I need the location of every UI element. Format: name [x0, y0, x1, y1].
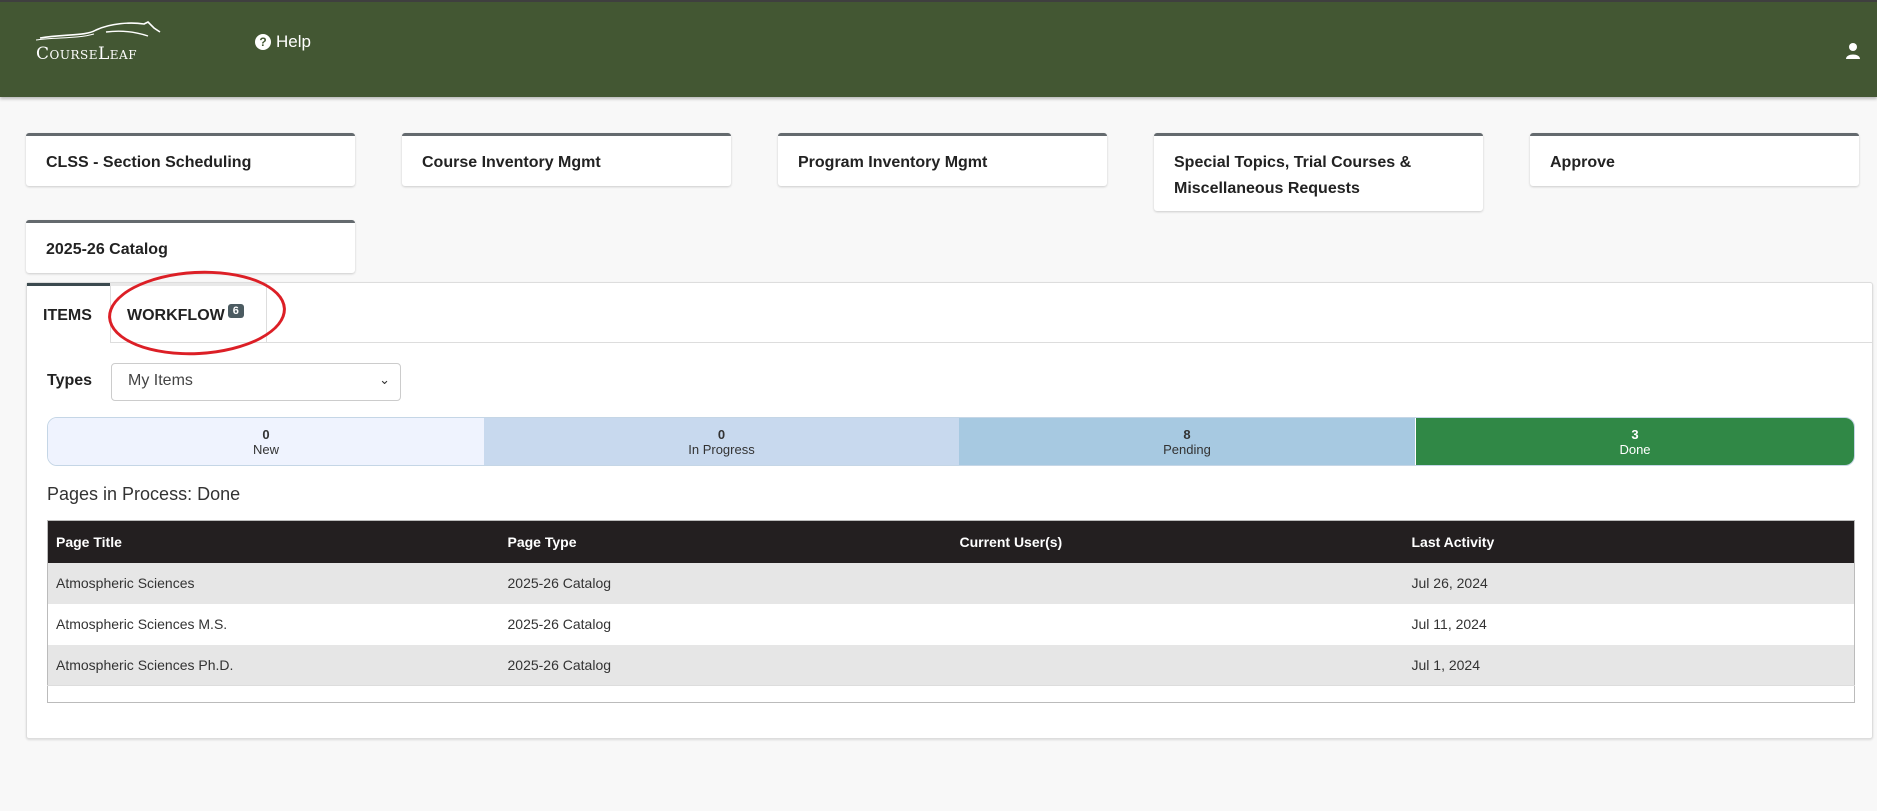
types-label: Types — [47, 372, 93, 389]
status-in-progress[interactable]: 0 In Progress — [484, 418, 959, 465]
pages-table: Page Title Page Type Current User(s) Las… — [47, 520, 1855, 703]
tab-items-label: ITEMS — [43, 307, 92, 324]
cell-current-users — [951, 603, 1404, 645]
cell-page-type: 2025-26 Catalog — [499, 644, 952, 686]
user-icon[interactable] — [1845, 42, 1861, 60]
cell-page-type: 2025-26 Catalog — [499, 603, 952, 645]
card-course-inventory-mgmt[interactable]: Course Inventory Mgmt — [402, 133, 731, 186]
workflow-panel: ITEMS WORKFLOW 6 Types My Items ⌄ 0 New 0… — [26, 266, 1873, 739]
cell-last-activity: Jul 26, 2024 — [1403, 562, 1855, 604]
status-done[interactable]: 3 Done — [1416, 418, 1854, 465]
top-navigation-bar: CourseLeaf ? Help — [0, 0, 1877, 97]
card-label: 2025-26 Catalog — [46, 241, 168, 258]
help-label: Help — [276, 32, 311, 51]
status-label: Done — [1619, 441, 1651, 457]
card-label: Program Inventory Mgmt — [798, 154, 988, 171]
cell-page-title: Atmospheric Sciences M.S. — [47, 603, 500, 645]
card-program-inventory-mgmt[interactable]: Program Inventory Mgmt — [778, 133, 1107, 186]
status-label: Pending — [1163, 441, 1211, 457]
cell-page-title: Atmospheric Sciences Ph.D. — [47, 644, 500, 686]
column-header-page-title[interactable]: Page Title — [47, 520, 500, 563]
types-select[interactable]: My Items ⌄ — [111, 363, 401, 401]
table-row[interactable]: Atmospheric Sciences M.S. 2025-26 Catalo… — [47, 603, 1855, 645]
status-progress-bar: 0 New 0 In Progress 8 Pending 3 Done — [47, 417, 1855, 466]
column-header-page-type[interactable]: Page Type — [499, 520, 952, 563]
card-approve[interactable]: Approve — [1530, 133, 1859, 186]
card-label: Approve — [1550, 154, 1615, 171]
logo-text: CourseLeaf — [36, 44, 138, 64]
help-link[interactable]: ? Help — [255, 32, 311, 52]
table-header-row: Page Title Page Type Current User(s) Las… — [47, 520, 1855, 563]
status-pending[interactable]: 8 Pending — [959, 418, 1416, 465]
cell-current-users — [951, 562, 1404, 604]
table-row[interactable]: Atmospheric Sciences 2025-26 Catalog Jul… — [47, 562, 1855, 604]
status-label: In Progress — [688, 441, 755, 457]
courseleaf-logo[interactable]: CourseLeaf — [36, 20, 162, 68]
leaf-swoosh-icon — [36, 21, 161, 41]
status-count: 8 — [1183, 426, 1191, 442]
column-header-current-users[interactable]: Current User(s) — [951, 520, 1404, 563]
cell-last-activity: Jul 11, 2024 — [1403, 603, 1855, 645]
cell-current-users — [951, 644, 1404, 686]
card-2025-26-catalog[interactable]: 2025-26 Catalog — [26, 220, 355, 273]
workflow-count-badge: 6 — [227, 304, 244, 318]
status-new[interactable]: 0 New — [48, 418, 484, 465]
card-label: Special Topics, Trial Courses & Miscella… — [1174, 154, 1412, 197]
status-count: 3 — [1631, 426, 1639, 442]
section-title: Pages in Process: Done — [47, 484, 241, 504]
card-label: CLSS - Section Scheduling — [46, 154, 252, 171]
table-footer-spacer — [47, 685, 1855, 703]
card-label: Course Inventory Mgmt — [422, 154, 601, 171]
card-special-topics[interactable]: Special Topics, Trial Courses & Miscella… — [1154, 133, 1483, 211]
chevron-down-icon: ⌄ — [379, 372, 390, 387]
tab-workflow[interactable]: WORKFLOW 6 — [110, 283, 267, 343]
card-clss-section-scheduling[interactable]: CLSS - Section Scheduling — [26, 133, 355, 186]
question-circle-icon: ? — [255, 34, 271, 50]
tab-bar: ITEMS WORKFLOW 6 — [27, 266, 1872, 360]
cell-page-title: Atmospheric Sciences — [47, 562, 500, 604]
cell-last-activity: Jul 1, 2024 — [1403, 644, 1855, 686]
types-selected-value: My Items — [128, 372, 193, 389]
table-row[interactable]: Atmospheric Sciences Ph.D. 2025-26 Catal… — [47, 644, 1855, 686]
status-count: 0 — [262, 426, 270, 442]
status-count: 0 — [717, 426, 726, 442]
tab-items[interactable]: ITEMS — [27, 283, 110, 343]
tab-workflow-label: WORKFLOW — [127, 307, 225, 324]
status-label: New — [252, 441, 279, 457]
cell-page-type: 2025-26 Catalog — [499, 562, 952, 604]
column-header-last-activity[interactable]: Last Activity — [1403, 520, 1855, 563]
